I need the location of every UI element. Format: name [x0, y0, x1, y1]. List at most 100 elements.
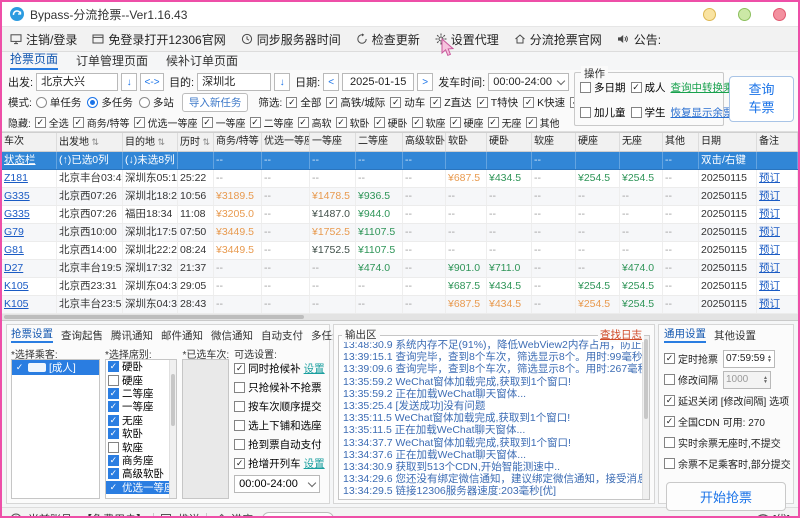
- hide-checkbox-9[interactable]: ✓ 硬座: [449, 115, 484, 130]
- hide-checkbox-5[interactable]: ✓ 高软: [297, 115, 332, 130]
- multi-date-checkbox[interactable]: 多日期: [580, 80, 626, 95]
- column-header[interactable]: 其他: [663, 133, 699, 151]
- hide-checkbox-8[interactable]: ✓ 软座: [411, 115, 446, 130]
- book-link[interactable]: 预订: [757, 260, 798, 277]
- scrollbar-thumb[interactable]: [644, 339, 648, 419]
- seat-class-item[interactable]: ✓ 无座: [106, 414, 177, 427]
- delay-close-checkbox[interactable]: ✓ 延迟关闭 [修改间隔] 选项: [664, 393, 789, 408]
- log-list[interactable]: 13:48:30.9 系统内存不足(91%)，降低WebView2内存占用，防止…: [339, 336, 649, 499]
- column-header[interactable]: 目的地 ⇅: [123, 133, 178, 151]
- to-input[interactable]: 深圳北: [197, 73, 272, 91]
- tab-order-management[interactable]: 订单管理页面: [76, 52, 148, 70]
- option-checkbox-0[interactable]: ✓ 同时抢候补: [234, 361, 301, 376]
- column-header[interactable]: 商务/特等: [214, 133, 262, 151]
- train-number-link[interactable]: Z181: [2, 170, 57, 187]
- adult-checkbox[interactable]: ✓ 成人: [630, 80, 666, 95]
- timed-grab-checkbox[interactable]: ✓ 定时抢票: [664, 351, 718, 366]
- timed-grab-time-spinner[interactable]: 07:59:59 ▲ ▼: [723, 349, 775, 368]
- column-header[interactable]: 高级软卧: [403, 133, 446, 151]
- option-checkbox-1[interactable]: 只抢候补不抢票: [234, 380, 322, 395]
- spinner-arrows-icon[interactable]: ▲ ▼: [763, 375, 768, 384]
- table-horizontal-scrollbar[interactable]: [2, 314, 798, 321]
- book-link[interactable]: 预订: [757, 278, 798, 295]
- restore-tickets-link[interactable]: 恢复显示余票: [671, 105, 734, 120]
- mode-radio-0[interactable]: 单任务: [35, 95, 81, 110]
- interval-spinner[interactable]: 1000 ▲ ▼: [723, 370, 771, 389]
- train-number-link[interactable]: K105: [2, 278, 57, 295]
- seat-class-listbox[interactable]: ✓ 硬卧 硬座 ✓ 二等座 ✓ 一等座 ✓ 无座 ✓ 软卧 软座 ✓ 商务座 ✓ 高级软卧 ✓ 优选一等座: [104, 359, 178, 499]
- train-number-link[interactable]: G335: [2, 206, 57, 223]
- status-row[interactable]: 状态栏 (↑)已选0列 (↓)未选8列 -- -- -- -- -- -- -- 双击/右键: [2, 152, 798, 170]
- hide-checkbox-3[interactable]: ✓ 一等座: [201, 115, 246, 130]
- tab-other-settings[interactable]: 其他设置: [714, 328, 756, 343]
- option-checkbox-4[interactable]: 抢到票自动支付: [234, 437, 322, 452]
- start-grab-button[interactable]: 开始抢票: [666, 482, 786, 511]
- table-row[interactable]: G335 北京西07:26 福田18:34 11:08 ¥3205.0 -- ¥1487.0…: [2, 206, 798, 224]
- date-prev-button[interactable]: <: [323, 73, 340, 91]
- table-row[interactable]: K105 北京丰台23:53 深圳东04:36 28:43 -- -- -- -- -- ¥687…: [2, 296, 798, 314]
- column-header[interactable]: 车次: [2, 133, 57, 151]
- grab-tab-2[interactable]: 腾讯通知: [111, 328, 153, 343]
- maximize-button[interactable]: [738, 7, 751, 21]
- seat-class-item[interactable]: 硬座: [106, 373, 177, 387]
- column-header[interactable]: 备注: [757, 133, 798, 151]
- menu-announcement[interactable]: 公告:: [617, 31, 661, 48]
- hide-checkbox-11[interactable]: ✓ 其他: [525, 115, 560, 130]
- table-row[interactable]: K105 北京西23:31 深圳东04:36 29:05 -- -- -- -- -- ¥687.…: [2, 278, 798, 296]
- hide-checkbox-10[interactable]: ✓ 无座: [487, 115, 522, 130]
- seat-list-scrollbar[interactable]: [169, 360, 177, 498]
- train-number-link[interactable]: K105: [2, 296, 57, 313]
- scrollbar-thumb[interactable]: [4, 315, 304, 319]
- book-link[interactable]: 预订: [757, 170, 798, 187]
- hide-checkbox-7[interactable]: ✓ 硬卧: [373, 115, 408, 130]
- filter-checkbox-4[interactable]: ✓ T特快: [476, 95, 518, 110]
- transfer-query-link[interactable]: 查询中转换乘: [671, 80, 734, 95]
- spinner-arrows-icon[interactable]: ▲ ▼: [767, 354, 772, 363]
- depart-time-select[interactable]: 00:00-24:00: [488, 73, 569, 91]
- tab-waitlist-orders[interactable]: 候补订单页面: [166, 52, 238, 70]
- close-button[interactable]: [773, 7, 786, 21]
- train-number-link[interactable]: G81: [2, 242, 57, 259]
- column-header[interactable]: 一等座: [310, 133, 356, 151]
- hide-checkbox-2[interactable]: ✓ 优选一等座: [133, 115, 198, 130]
- column-header[interactable]: 二等座: [356, 133, 403, 151]
- scrollbar-thumb[interactable]: [171, 374, 176, 426]
- book-link[interactable]: 预订: [757, 242, 798, 259]
- column-header[interactable]: 优选一等座: [262, 133, 310, 151]
- grab-tab-3[interactable]: 邮件通知: [161, 328, 203, 343]
- grab-tab-5[interactable]: 自动支付: [261, 328, 303, 343]
- menu-check-update[interactable]: 检查更新: [356, 31, 420, 48]
- realtime-no-seat-checkbox[interactable]: 实时余票无座时,不提交: [664, 435, 781, 450]
- import-task-button[interactable]: 导入新任务: [181, 92, 249, 112]
- table-row[interactable]: D27 北京丰台19:55 深圳17:32 21:37 -- -- -- ¥474.0 -- ¥9…: [2, 260, 798, 278]
- date-input[interactable]: 2025-01-15: [342, 73, 415, 91]
- menu-logout-login[interactable]: 注销/登录: [10, 31, 77, 48]
- modify-interval-checkbox[interactable]: 修改间隔: [664, 372, 718, 387]
- train-number-link[interactable]: D27: [2, 260, 57, 277]
- menu-set-proxy[interactable]: 设置代理: [435, 31, 499, 48]
- seat-class-item[interactable]: ✓ 软卧: [106, 427, 177, 440]
- seat-class-item[interactable]: ✓ 硬卧: [106, 360, 177, 373]
- query-tickets-button[interactable]: 查询 车票: [729, 76, 794, 122]
- partial-submit-checkbox[interactable]: 余票不足乘客时,部分提交: [664, 456, 791, 471]
- swap-stations-button[interactable]: <->: [140, 73, 165, 91]
- seat-class-item[interactable]: ✓ 二等座: [106, 387, 177, 400]
- national-cdn-checkbox[interactable]: ✓ 全国CDN: [664, 414, 720, 429]
- grab-tab-4[interactable]: 微信通知: [211, 328, 253, 343]
- filter-checkbox-5[interactable]: ✓ K快速: [523, 95, 565, 110]
- from-input[interactable]: 北京大兴: [36, 73, 119, 91]
- column-header[interactable]: 硬卧: [487, 133, 532, 151]
- option-checkbox-3[interactable]: 选上下铺和选座: [234, 418, 322, 433]
- passenger-listbox[interactable]: ✓ [成人]: [11, 359, 100, 499]
- book-link[interactable]: 预订: [757, 296, 798, 313]
- grab-tab-1[interactable]: 查询起售: [61, 328, 103, 343]
- column-header[interactable]: 历时 ⇅: [178, 133, 214, 151]
- grab-time-range-select[interactable]: 00:00-24:00: [234, 475, 321, 493]
- menu-open-12306[interactable]: 免登录打开12306官网: [92, 31, 226, 48]
- hide-checkbox-1[interactable]: ✓ 商务/特等: [72, 115, 130, 130]
- book-link[interactable]: 预订: [757, 206, 798, 223]
- train-number-link[interactable]: G335: [2, 188, 57, 205]
- child-checkbox[interactable]: 加儿童: [580, 105, 626, 120]
- menu-official-site[interactable]: 分流抢票官网: [514, 31, 602, 48]
- seat-class-item[interactable]: ✓ 高级软卧: [106, 467, 177, 480]
